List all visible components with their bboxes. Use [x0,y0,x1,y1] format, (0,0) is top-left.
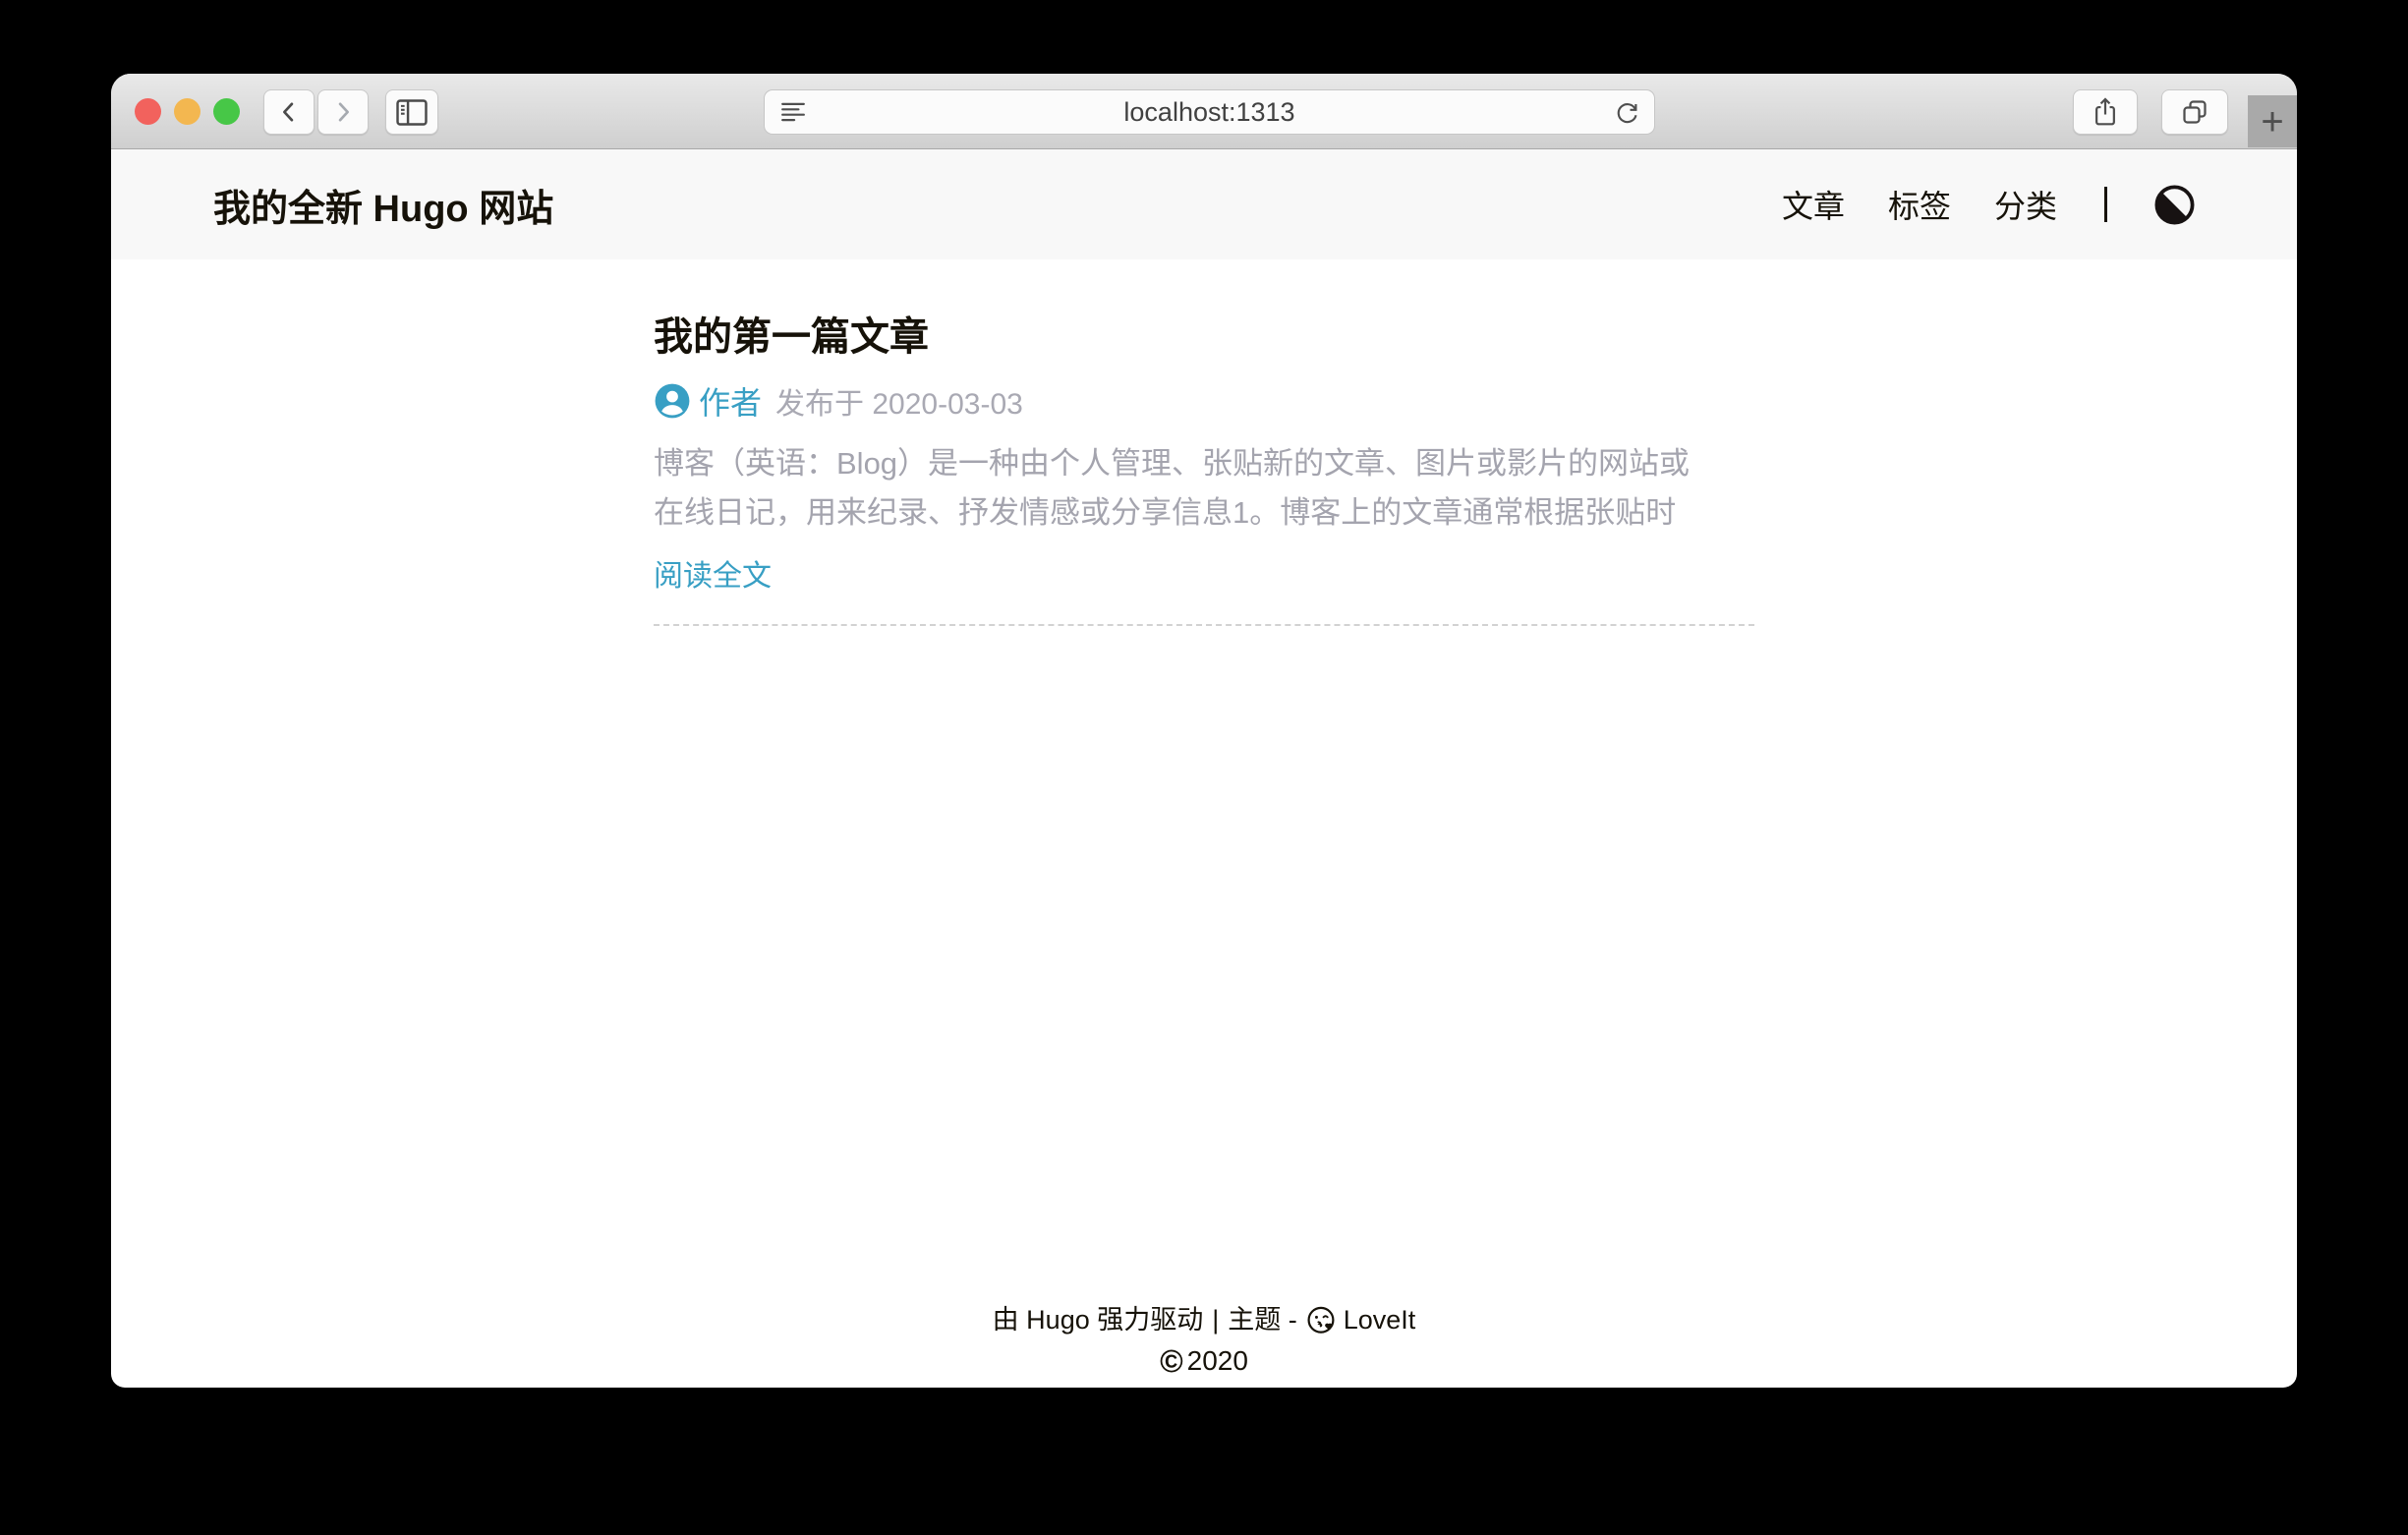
zoom-window-button[interactable] [213,98,240,125]
reload-icon[interactable] [1614,99,1640,126]
close-window-button[interactable] [135,98,161,125]
publish-date: 发布于 2020-03-03 [775,379,1023,423]
post-card: 我的第一篇文章 作者 发布于 2020-03-03 [654,313,1754,626]
traffic-lights [135,98,240,125]
footer-separator: | [1212,1299,1219,1340]
reader-view-icon[interactable] [780,100,806,124]
theme-label: 主题 - [1228,1299,1297,1340]
post-summary: 博客（英语：Blog）是一种由个人管理、张贴新的文章、图片或影片的网站或 在线日… [654,439,1754,538]
theme-toggle-icon [2154,185,2195,225]
theme-link[interactable]: LoveIt [1306,1299,1416,1340]
main-content: 我的第一篇文章 作者 发布于 2020-03-03 [654,313,1754,626]
read-more-link[interactable]: 阅读全文 [654,551,772,595]
kiss-wink-heart-icon [1306,1305,1337,1336]
sidebar-icon [396,99,428,126]
author-name: 作者 [699,378,762,424]
share-button[interactable] [2073,89,2138,135]
post-meta: 作者 发布于 2020-03-03 [654,378,1754,424]
copyright-year: 2020 [1187,1340,1248,1382]
site-footer: 由 Hugo 强力驱动 | 主题 - LoveIt © 2020 [111,1299,2297,1382]
browser-toolbar: localhost:1313 [111,74,2297,149]
theme-name: LoveIt [1344,1299,1416,1340]
main-nav: 文章 标签 分类 [1782,182,2195,227]
publish-label: 发布于 [775,388,864,421]
summary-line: 在线日记，用来纪录、抒发情感或分享信息1。博客上的文章通常根据张贴时 [654,488,1754,538]
user-circle-icon [654,382,691,420]
author-link[interactable]: 作者 [654,378,762,424]
minimize-window-button[interactable] [174,98,201,125]
sidebar-toggle-button[interactable] [385,89,438,135]
back-button[interactable] [263,89,315,135]
forward-button[interactable] [317,89,369,135]
chevron-right-icon [329,98,357,126]
browser-window: localhost:1313 [111,74,2297,1388]
copyright-icon: © [1160,1340,1183,1382]
site-title[interactable]: 我的全新 Hugo 网站 [213,178,553,232]
share-icon [2091,96,2120,128]
chevron-left-icon [275,98,303,126]
theme-toggle-button[interactable] [2154,185,2195,225]
footer-copyright-line: © 2020 [111,1340,2297,1382]
nav-item-tags[interactable]: 标签 [1888,182,1951,227]
tab-overview-button[interactable] [2161,89,2228,135]
url-text: localhost:1313 [765,97,1654,128]
summary-line: 博客（英语：Blog）是一种由个人管理、张贴新的文章、图片或影片的网站或 [654,439,1754,488]
post-divider [654,624,1754,626]
new-tab-button[interactable]: + [2248,95,2297,147]
address-bar[interactable]: localhost:1313 [764,89,1655,135]
publish-date-value: 2020-03-03 [872,388,1022,421]
powered-by-text: 由 Hugo 强力驱动 [993,1299,1204,1340]
footer-powered-line: 由 Hugo 强力驱动 | 主题 - LoveIt [111,1299,2297,1340]
nav-item-categories[interactable]: 分类 [1994,182,2057,227]
nav-divider [2104,187,2107,222]
site-header: 我的全新 Hugo 网站 文章 标签 分类 [111,149,2297,259]
post-title[interactable]: 我的第一篇文章 [654,313,1754,361]
nav-item-posts[interactable]: 文章 [1782,182,1845,227]
plus-icon: + [2261,102,2283,142]
tabs-icon [2180,97,2209,127]
